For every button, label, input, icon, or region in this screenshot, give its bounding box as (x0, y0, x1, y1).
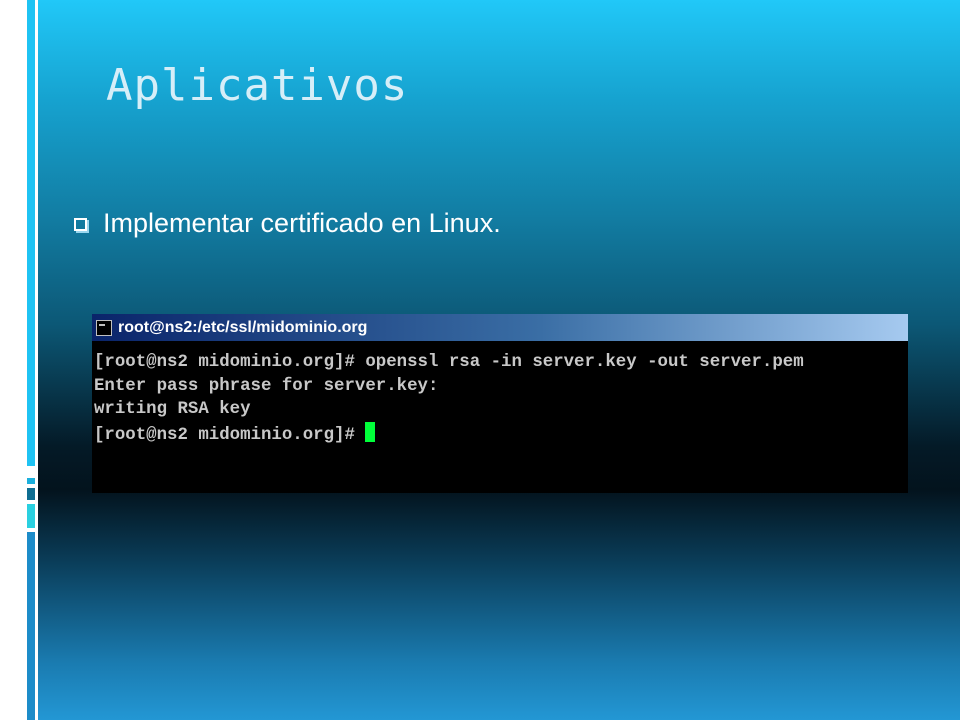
rail-bar-bottom (27, 532, 35, 720)
rail-bar-top (27, 0, 35, 466)
terminal-line: [root@ns2 midominio.org]# openssl rsa -i… (94, 353, 804, 372)
terminal-titlebar: root@ns2:/etc/ssl/midominio.org (92, 314, 908, 341)
rail-bar-accent (27, 478, 35, 484)
bullet-item: Implementar certificado en Linux. (74, 208, 501, 239)
slide-title: Aplicativos (106, 60, 409, 111)
rail-bar-dark (27, 488, 35, 500)
terminal-window-title: root@ns2:/etc/ssl/midominio.org (118, 318, 368, 336)
rail-bar-light (27, 504, 35, 528)
terminal-output: [root@ns2 midominio.org]# openssl rsa -i… (92, 341, 908, 447)
terminal-window-icon (96, 319, 112, 336)
bullet-text: Implementar certificado en Linux. (103, 208, 501, 238)
terminal-prompt-line: [root@ns2 midominio.org]# (94, 421, 908, 448)
checkbox-square-icon (74, 218, 87, 231)
terminal-prompt: [root@ns2 midominio.org]# (94, 425, 355, 445)
terminal-screenshot: root@ns2:/etc/ssl/midominio.org [root@ns… (92, 314, 908, 493)
terminal-line: Enter pass phrase for server.key: (94, 376, 439, 396)
terminal-cursor (364, 421, 375, 442)
terminal-line: writing RSA key (94, 400, 251, 419)
